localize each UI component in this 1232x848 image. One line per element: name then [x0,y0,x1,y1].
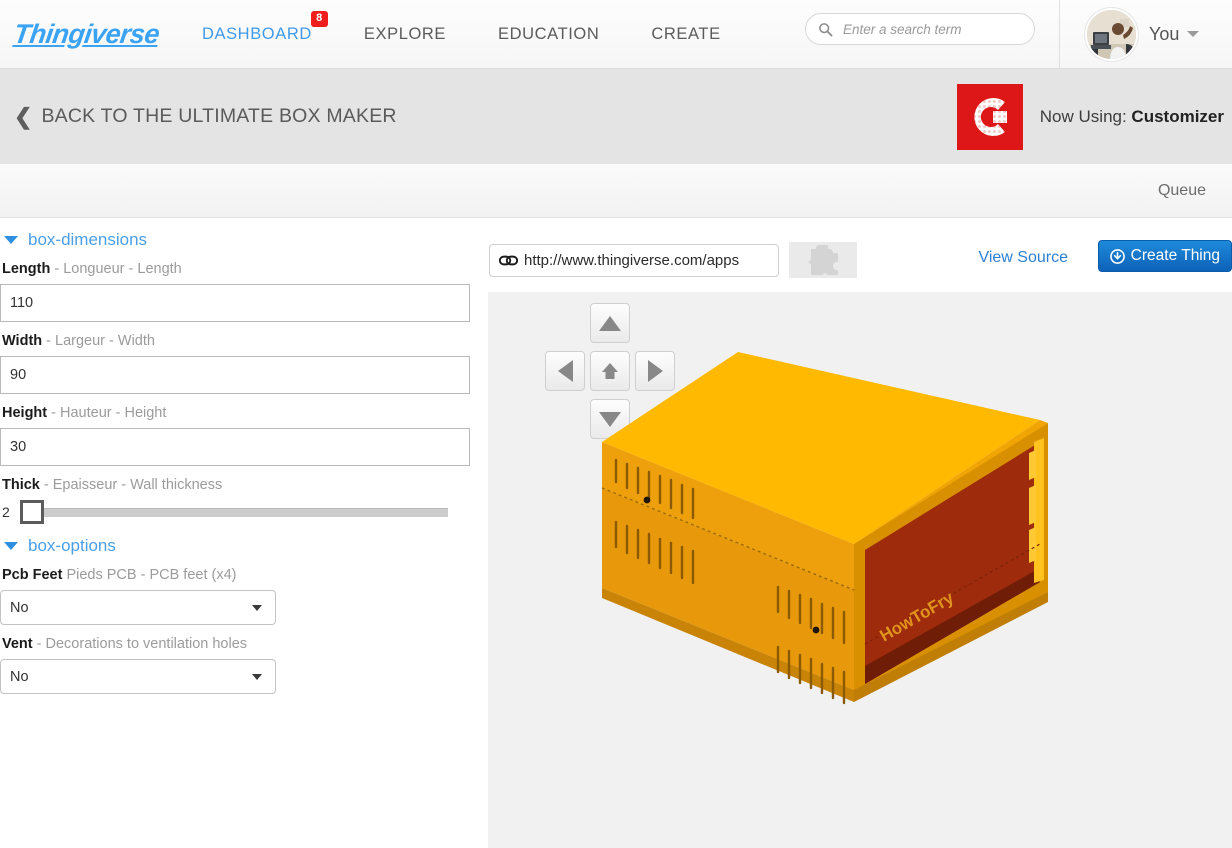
dashboard-notification-badge: 8 [311,10,328,27]
field-width-label-desc: - Largeur - Width [42,333,155,349]
app-toolbar: http://www.thingiverse.com/apps View Sou… [488,238,1232,282]
nav-item-dashboard[interactable]: DASHBOARD 8 [201,10,328,44]
queue-bar: Queue [0,164,1232,218]
top-navigation-bar: Thingiverse DASHBOARD 8 EXPLORE EDUCATIO… [0,0,1232,69]
user-menu[interactable]: You [1059,0,1232,68]
download-circle-icon [1109,248,1125,264]
field-height-label: Height - Hauteur - Height [2,405,470,421]
chevron-down-icon [4,236,18,244]
field-pcb-feet-label: Pcb Feet Pieds PCB - PCB feet (x4) [2,567,470,583]
width-input[interactable] [0,356,470,394]
field-length-label-desc: - Longueur - Length [50,261,182,277]
chevron-down-icon [1187,31,1200,37]
search-box[interactable] [805,13,1035,45]
now-using-prefix: Now Using: [1039,106,1132,126]
create-thing-label: Create Thing [1130,247,1220,264]
field-width-label: Width - Largeur - Width [2,333,470,349]
field-thick-label: Thick - Epaisseur - Wall thickness [2,477,470,493]
back-to-thing-label: BACK TO THE ULTIMATE BOX MAKER [41,105,397,127]
search-input[interactable] [841,20,1021,38]
avatar-photo-icon [1087,9,1136,59]
field-vent: Vent - Decorations to ventilation holes … [0,636,470,694]
pcb-feet-selected-value: No [10,599,29,616]
field-height: Height - Hauteur - Height [0,405,470,466]
field-thick-label-desc: - Epaisseur - Wall thickness [39,477,223,493]
queue-link[interactable]: Queue [1158,182,1206,200]
chevron-down-icon [4,542,18,550]
section-box-dimensions-title: box-dimensions [28,230,148,249]
nav-item-create[interactable]: CREATE [651,25,720,44]
field-vent-label-name: Vent [2,636,33,652]
app-sub-header: ❮ BACK TO THE ULTIMATE BOX MAKER Now Usi… [0,69,1232,164]
search-icon [819,22,833,36]
app-url-text: http://www.thingiverse.com/apps [524,251,740,269]
pcb-feet-select[interactable]: No [0,590,276,625]
user-menu-label: You [1149,23,1180,44]
puzzle-piece-icon [807,245,838,276]
now-using-app-name: Customizer [1131,106,1224,126]
customizer-parameters-panel: box-dimensions Length - Longueur - Lengt… [0,218,488,848]
customizer-c-glyph [974,97,1007,136]
field-vent-label-desc: - Decorations to ventilation holes [32,636,248,652]
field-thick: Thick - Epaisseur - Wall thickness 2 [0,477,470,524]
vent-selected-value: No [10,668,29,685]
height-input[interactable] [0,428,470,466]
customizer-preview-panel: http://www.thingiverse.com/apps View Sou… [488,218,1232,848]
section-box-options-title: box-options [28,536,116,555]
field-pcb-feet-label-name: Pcb Feet [2,567,63,583]
plugin-button[interactable] [789,242,857,278]
nav-item-explore[interactable]: EXPLORE [364,25,446,44]
field-width-label-name: Width [2,333,43,349]
nav-item-education[interactable]: EDUCATION [498,25,599,44]
field-width: Width - Largeur - Width [0,333,470,394]
model-viewer[interactable]: HowToFry [488,292,1232,848]
chevron-left-icon: ❮ [14,103,33,129]
thickness-slider[interactable]: 2 [2,500,470,524]
vent-select[interactable]: No [0,659,276,694]
app-url-box[interactable]: http://www.thingiverse.com/apps [489,243,779,277]
field-length-label: Length - Longueur - Length [2,261,470,277]
section-box-dimensions-header[interactable]: box-dimensions [0,230,470,250]
now-using-text: Now Using: Customizer [1040,107,1224,127]
field-height-label-desc: - Hauteur - Height [47,405,167,421]
main-nav-links: DASHBOARD 8 EXPLORE EDUCATION CREATE [201,10,773,44]
thickness-slider-thumb[interactable] [20,500,44,524]
thickness-value: 2 [2,504,10,520]
thingiverse-logo[interactable]: Thingiverse [12,19,161,50]
length-input[interactable] [0,284,470,322]
field-pcb-feet: Pcb Feet Pieds PCB - PCB feet (x4) No [0,567,470,625]
back-to-thing-link[interactable]: ❮ BACK TO THE ULTIMATE BOX MAKER [14,105,397,128]
section-box-options-header[interactable]: box-options [0,536,470,556]
field-length-label-name: Length [2,261,51,277]
nav-item-dashboard-label: DASHBOARD [201,24,312,43]
avatar [1085,7,1138,61]
chevron-down-icon [252,673,262,680]
field-length: Length - Longueur - Length [0,261,470,322]
link-icon [499,255,518,265]
field-pcb-feet-label-desc: Pieds PCB - PCB feet (x4) [62,567,237,583]
create-thing-button[interactable]: Create Thing [1097,240,1232,272]
field-thick-label-name: Thick [2,477,40,493]
thickness-slider-track[interactable] [44,507,448,517]
field-height-label-name: Height [2,405,48,421]
view-source-link[interactable]: View Source [978,249,1068,267]
now-using-block: Now Using: Customizer [956,69,1224,164]
chevron-down-icon [252,604,262,611]
customizer-logo-icon [956,83,1023,150]
3d-box-preview[interactable]: HowToFry [488,292,1232,848]
field-vent-label: Vent - Decorations to ventilation holes [2,636,470,652]
